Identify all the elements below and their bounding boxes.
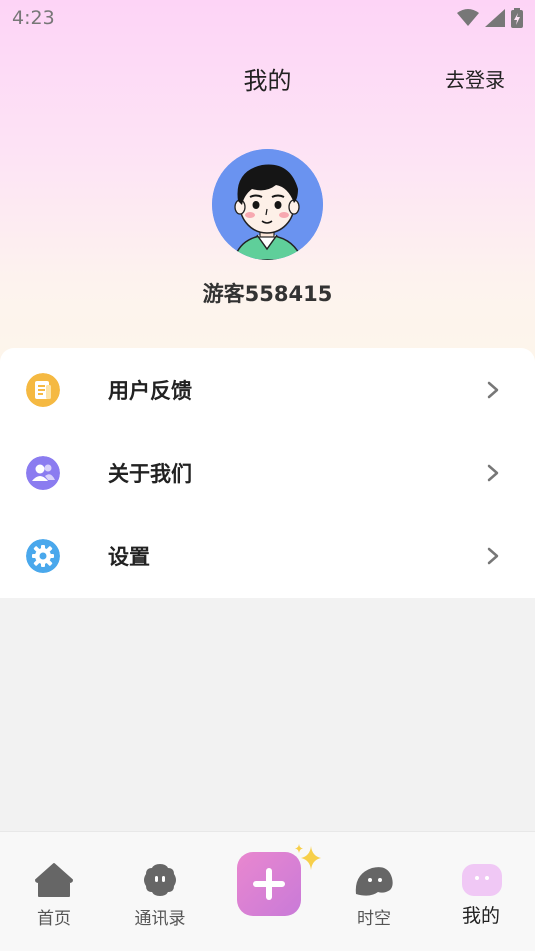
status-icons [457,8,523,28]
home-icon [35,863,73,897]
battery-icon [511,8,523,28]
status-time: 4:23 [12,7,55,29]
menu-item-feedback[interactable]: 用户反馈 [0,348,535,431]
page-header: 我的 去登录 [0,52,535,102]
menu-item-about-us[interactable]: 关于我们 [0,431,535,514]
tab-label: 时空 [357,909,391,929]
tab-space-time[interactable]: 时空 [324,832,424,951]
menu-item-label: 关于我们 [108,461,192,486]
tab-add[interactable] [218,832,321,951]
tab-label: 我的 [461,905,500,927]
menu-card: 用户反馈 关于我们 设置 [0,348,535,598]
signal-icon [485,9,505,27]
tab-home[interactable]: 首页 [4,832,104,951]
tab-contacts[interactable]: 通讯录 [110,832,210,951]
menu-item-settings[interactable]: 设置 [0,514,535,597]
tab-mine[interactable]: 我的 [431,832,531,951]
status-bar: 4:23 [0,0,535,36]
login-button[interactable]: 去登录 [445,64,505,93]
settings-icon [26,538,60,573]
about-us-icon [26,455,60,490]
feedback-icon [26,372,60,407]
chevron-right-icon [487,381,499,398]
menu-item-label: 用户反馈 [108,378,192,403]
mine-icon [462,864,502,896]
chevron-right-icon [487,547,499,564]
bottom-tab-bar: 首页 通讯录 时空 我的 [0,831,535,951]
add-icon [237,844,321,916]
avatar[interactable] [212,149,323,260]
chevron-right-icon [487,464,499,481]
contacts-icon [144,864,176,896]
tab-label: 通讯录 [134,909,186,929]
tab-label: 首页 [37,909,71,929]
menu-item-label: 设置 [108,544,150,569]
wifi-icon [457,9,479,26]
space-time-icon [355,867,393,896]
username: 游客558415 [202,282,333,306]
avatar-illustration [212,149,323,260]
